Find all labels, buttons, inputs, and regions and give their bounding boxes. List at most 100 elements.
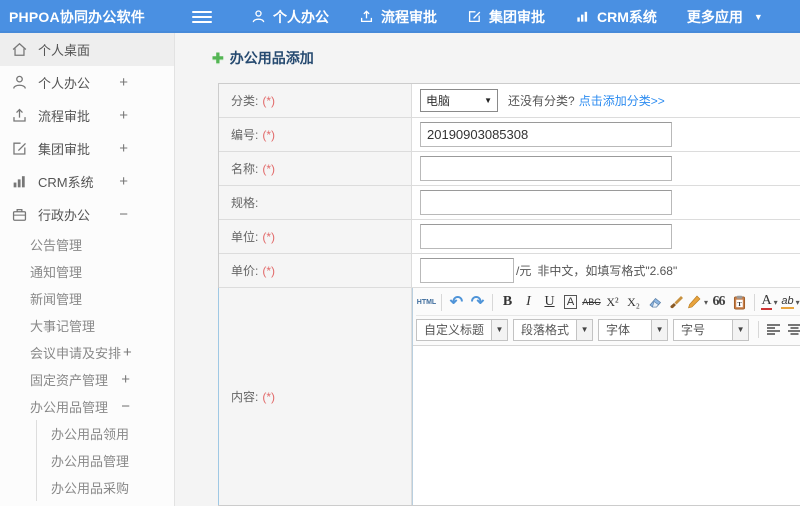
edit-icon	[11, 140, 28, 157]
redo-button[interactable]: ↷	[467, 291, 488, 313]
form-row-content: 内容: (*) HTML ↶ ↷ B I U A ABC X² X₂ ▾ 66 …	[218, 288, 800, 505]
sidebar-item-label: 办公用品管理	[30, 400, 109, 415]
sidebar-item-news[interactable]: 新闻管理	[0, 285, 174, 312]
category-label: 分类: (*)	[219, 84, 412, 117]
expand-icon[interactable]: +	[119, 74, 128, 91]
user-icon	[11, 74, 28, 91]
sidebar-item-office-supplies[interactable]: 办公用品管理 −	[0, 393, 174, 420]
auto-typeset-icon[interactable]: ▾	[686, 291, 708, 313]
spec-input[interactable]	[420, 190, 672, 215]
sidebar-item-workflow-approval[interactable]: 流程审批 +	[0, 99, 174, 132]
paste-text-icon[interactable]: T	[729, 291, 750, 313]
eraser-icon[interactable]	[644, 291, 665, 313]
nav-personal-office[interactable]: 个人办公	[236, 0, 344, 33]
collapse-icon[interactable]: −	[121, 398, 130, 415]
form-row-name: 名称: (*)	[219, 152, 800, 186]
nav-label: 个人办公	[273, 8, 329, 25]
align-left-icon[interactable]	[763, 319, 784, 341]
form-row-unit: 单位: (*)	[219, 220, 800, 254]
sidebar-item-memorabilia[interactable]: 大事记管理	[0, 312, 174, 339]
strikethrough-button[interactable]: ABC	[581, 291, 602, 313]
expand-icon[interactable]: +	[119, 140, 128, 157]
sidebar-item-label: 大事记管理	[30, 319, 96, 334]
page-title-text: 办公用品添加	[229, 50, 314, 66]
name-input[interactable]	[420, 156, 672, 181]
custom-title-dropdown[interactable]: 自定义标题 ▼	[416, 318, 509, 341]
subscript-button[interactable]: X₂	[623, 291, 644, 313]
nav-workflow-approval[interactable]: 流程审批	[344, 0, 452, 33]
category-select[interactable]: 电脑 ▼	[420, 89, 498, 112]
caret-down-icon: ▼	[753, 11, 763, 22]
form-row-category: 分类: (*) 电脑 ▼ 还没有分类? 点击添加分类>>	[219, 84, 800, 118]
price-format-hint: 非中文，如填写格式"2.68"	[537, 264, 678, 278]
form-row-spec: 规格:	[219, 186, 800, 220]
font-size-dropdown[interactable]: 字号 ▼	[673, 318, 750, 341]
format-brush-icon[interactable]	[665, 291, 686, 313]
price-input[interactable]	[420, 258, 514, 283]
add-category-link[interactable]: 点击添加分类>>	[579, 92, 665, 109]
sidebar-item-label: 固定资产管理	[30, 373, 109, 388]
editor-content-area[interactable]	[413, 346, 800, 505]
underline-button[interactable]: U	[539, 291, 560, 313]
html-source-button[interactable]: HTML	[416, 291, 437, 313]
paragraph-format-dropdown[interactable]: 段落格式 ▼	[513, 318, 594, 341]
dropdown-arrow-icon: ▼	[491, 319, 508, 340]
sidebar-item-label: 办公用品领用	[51, 427, 130, 442]
sidebar-item-meeting[interactable]: 会议申请及安排 +	[0, 339, 174, 366]
name-label: 名称: (*)	[219, 152, 412, 185]
form-row-code: 编号: (*)	[219, 118, 800, 152]
sidebar-item-fixed-assets[interactable]: 固定资产管理 +	[0, 366, 174, 393]
sidebar-item-supplies-claim[interactable]: 办公用品领用	[36, 420, 174, 447]
collapse-icon[interactable]: −	[119, 206, 128, 223]
content-label: 内容: (*)	[219, 288, 412, 505]
user-icon	[251, 9, 266, 24]
sidebar-item-crm[interactable]: CRM系统 +	[0, 165, 174, 198]
dropdown-arrow-icon: ▼	[732, 319, 749, 340]
expand-icon[interactable]: +	[119, 107, 128, 124]
nav-more-apps[interactable]: 更多应用 ▼	[672, 0, 778, 33]
hamburger-menu-icon[interactable]	[192, 10, 212, 23]
unit-input[interactable]	[420, 224, 672, 249]
highlight-color-button[interactable]: ab ▾	[780, 291, 800, 313]
sidebar-item-group-approval[interactable]: 集团审批 +	[0, 132, 174, 165]
required-marker: (*)	[262, 389, 276, 404]
expand-icon[interactable]: +	[123, 344, 132, 361]
nav-label: 流程审批	[381, 8, 437, 25]
required-marker: (*)	[262, 263, 276, 278]
sidebar-item-desktop[interactable]: 个人桌面	[0, 33, 174, 66]
code-input[interactable]	[420, 122, 672, 147]
app-logo: PHPOA协同办公软件	[9, 8, 145, 25]
blockquote-button[interactable]: 66	[708, 291, 729, 313]
sidebar-item-supplies-manage[interactable]: 办公用品管理	[36, 447, 174, 474]
sidebar-item-label: 公告管理	[30, 238, 83, 253]
font-color-button[interactable]: A ▾	[759, 291, 780, 313]
form-row-price: 单价: (*) /元 非中文，如填写格式"2.68"	[219, 254, 800, 288]
nav-group-approval[interactable]: 集团审批	[452, 0, 560, 33]
expand-icon[interactable]: +	[119, 173, 128, 190]
sidebar-item-label: 个人办公	[38, 76, 91, 91]
sidebar-item-label: 办公用品采购	[51, 481, 130, 496]
required-marker: (*)	[262, 229, 276, 244]
sidebar-item-label: 新闻管理	[30, 292, 83, 307]
nav-crm-system[interactable]: CRM系统	[560, 0, 672, 33]
main-content: ✚ 办公用品添加 分类: (*) 电脑 ▼ 还没有分类? 点击添加分类>> 编号…	[176, 33, 800, 506]
topbar: PHPOA协同办公软件 个人办公 流程审批 集团审批 CRM系统 更多应用 ▼	[0, 0, 800, 33]
rich-text-editor: HTML ↶ ↷ B I U A ABC X² X₂ ▾ 66 T A ▾ ab…	[412, 288, 800, 505]
sidebar-item-admin-office[interactable]: 行政办公 −	[0, 198, 174, 231]
expand-icon[interactable]: +	[121, 371, 130, 388]
sidebar-item-announcement[interactable]: 公告管理	[0, 231, 174, 258]
required-marker: (*)	[262, 127, 276, 142]
sidebar-item-label: 行政办公	[38, 208, 91, 223]
superscript-button[interactable]: X²	[602, 291, 623, 313]
font-family-dropdown[interactable]: 字体 ▼	[598, 318, 669, 341]
sidebar-item-personal-office[interactable]: 个人办公 +	[0, 66, 174, 99]
bold-button[interactable]: B	[497, 291, 518, 313]
nav-label: 集团审批	[489, 8, 545, 25]
align-center-icon[interactable]	[784, 319, 800, 341]
sidebar-item-notice[interactable]: 通知管理	[0, 258, 174, 285]
italic-button[interactable]: I	[518, 291, 539, 313]
add-supply-form: 分类: (*) 电脑 ▼ 还没有分类? 点击添加分类>> 编号: (*) 201…	[218, 83, 800, 506]
sidebar-item-supplies-purchase[interactable]: 办公用品采购	[36, 474, 174, 501]
char-border-button[interactable]: A	[560, 291, 581, 313]
undo-button[interactable]: ↶	[446, 291, 467, 313]
